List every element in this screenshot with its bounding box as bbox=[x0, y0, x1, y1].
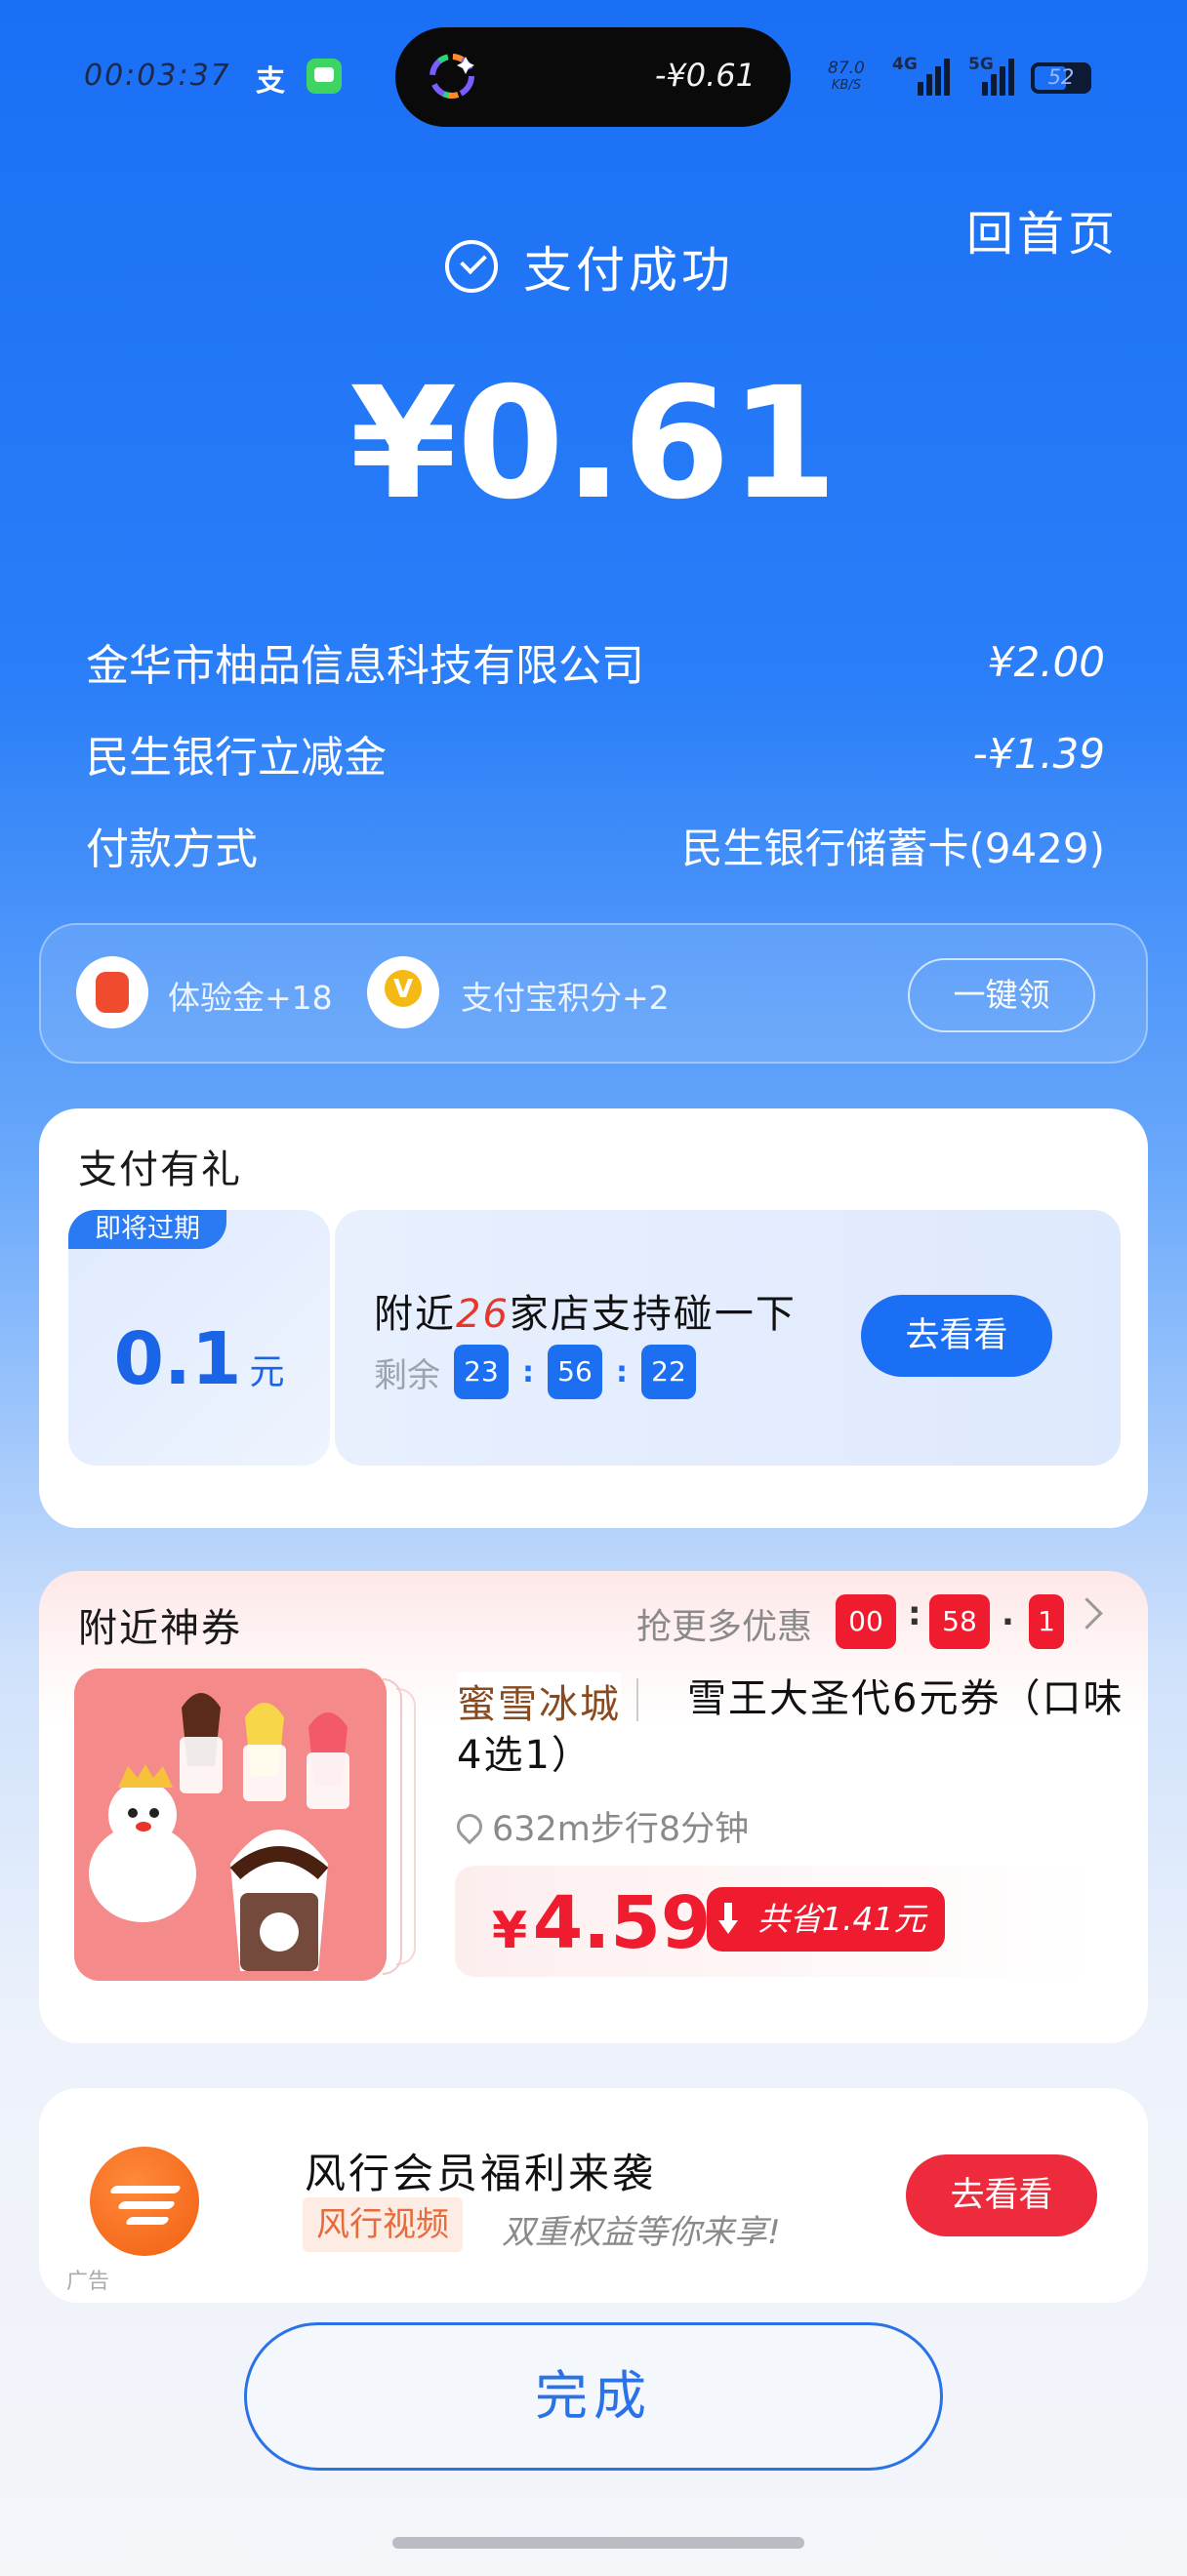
payment-success-status: 支付成功 bbox=[445, 234, 734, 299]
countdown-tenths: 1 bbox=[1029, 1594, 1064, 1649]
view-nearby-button[interactable]: 去看看 bbox=[861, 1295, 1052, 1377]
alipay-points-icon bbox=[367, 956, 439, 1028]
detail-label: 民生银行立减金 bbox=[86, 733, 387, 783]
alipay-points-text: 支付宝积分+2 bbox=[461, 979, 670, 1017]
ad-subtitle: 双重权益等你来享! bbox=[502, 2213, 781, 2252]
card-title: 支付有礼 bbox=[78, 1147, 242, 1192]
detail-value: 民生银行储蓄卡(9429) bbox=[681, 824, 1105, 872]
experience-gold-text: 体验金+18 bbox=[168, 979, 333, 1017]
detail-label: 金华市柚品信息科技有限公司 bbox=[86, 641, 644, 691]
signal-bars-icon bbox=[914, 57, 951, 96]
dynamic-island[interactable]: -¥0.61 bbox=[395, 27, 791, 127]
ad-view-button[interactable]: 去看看 bbox=[906, 2154, 1097, 2236]
ad-card[interactable]: 风行会员福利来袭 风行视频 双重权益等你来享! 去看看 广告 bbox=[39, 2088, 1148, 2303]
paid-amount: ¥0.61 bbox=[349, 354, 838, 534]
distance-info: 632m步行8分钟 bbox=[451, 1801, 749, 1851]
detail-row-discount: 民生银行立减金 -¥1.39 bbox=[86, 724, 1105, 784]
ad-tag: 风行视频 bbox=[303, 2197, 463, 2252]
back-home-link[interactable]: 回首页 bbox=[966, 195, 1119, 263]
nearby-stores-text: 附近26家店支持碰一下 bbox=[374, 1292, 797, 1337]
coupon-value-panel[interactable]: 即将过期 0.1 元 bbox=[68, 1210, 330, 1466]
network-speed: 87.0 KB/S bbox=[828, 59, 865, 94]
brand-name: 蜜雪冰城 bbox=[457, 1672, 621, 1729]
island-amount: -¥0.61 bbox=[654, 57, 756, 94]
detail-row-merchant: 金华市柚品信息科技有限公司 ¥2.00 bbox=[86, 632, 1105, 692]
rewards-banner: 体验金+18 支付宝积分+2 一键领 bbox=[39, 923, 1148, 1064]
message-notification-icon bbox=[307, 59, 342, 94]
product-image[interactable] bbox=[74, 1669, 387, 1981]
funshion-logo-icon bbox=[90, 2147, 199, 2256]
payment-logo-icon bbox=[430, 54, 474, 99]
countdown-hours: 00 bbox=[836, 1594, 896, 1649]
savings-badge: 共省1.41元 bbox=[707, 1887, 946, 1952]
detail-row-payment-method: 付款方式 民生银行储蓄卡(9429) bbox=[86, 816, 1105, 875]
remaining-timer: 剩余 23 : 56 : 22 bbox=[374, 1343, 696, 1401]
sundae-illustration-icon bbox=[74, 1669, 387, 1981]
divider bbox=[636, 1678, 638, 1721]
success-text: 支付成功 bbox=[523, 242, 734, 299]
price-strip: ¥ 4.59 共省1.41元 bbox=[455, 1866, 1099, 1977]
alipay-notification-icon: 支 bbox=[256, 64, 285, 99]
timer-seconds: 22 bbox=[641, 1345, 696, 1399]
experience-gold-icon bbox=[76, 956, 148, 1028]
location-pin-icon bbox=[451, 1808, 488, 1844]
battery-icon: 52 bbox=[1031, 62, 1091, 94]
detail-label: 付款方式 bbox=[86, 825, 258, 874]
timer-hours: 23 bbox=[454, 1345, 509, 1399]
ad-title: 风行会员福利来袭 bbox=[305, 2150, 657, 2197]
card-title: 附近神券 bbox=[78, 1606, 242, 1651]
expiring-tag: 即将过期 bbox=[68, 1210, 226, 1249]
signal-bars-icon bbox=[978, 57, 1015, 96]
detail-value: -¥1.39 bbox=[972, 729, 1105, 778]
home-indicator[interactable] bbox=[392, 2537, 804, 2549]
detail-value: ¥2.00 bbox=[987, 637, 1105, 686]
coupon-value: 0.1 元 bbox=[113, 1317, 285, 1401]
chevron-right-icon bbox=[1071, 1597, 1103, 1630]
voucher-price: ¥ 4.59 bbox=[492, 1881, 712, 1965]
nearby-voucher-card[interactable]: 附近神券 抢更多优惠 00 : 58 . 1 雪王大圣代6元券（口味4选1） 蜜… bbox=[39, 1571, 1148, 2043]
ad-label: 广告 bbox=[66, 2270, 110, 2294]
claim-all-button[interactable]: 一键领 bbox=[908, 958, 1095, 1032]
timer-minutes: 56 bbox=[548, 1345, 602, 1399]
countdown-minutes: 58 bbox=[929, 1594, 990, 1649]
check-circle-icon bbox=[445, 240, 498, 293]
done-button[interactable]: 完成 bbox=[244, 2322, 943, 2471]
more-deals-link[interactable]: 抢更多优惠 bbox=[636, 1598, 812, 1649]
status-time: 00:03:37 bbox=[84, 59, 231, 93]
